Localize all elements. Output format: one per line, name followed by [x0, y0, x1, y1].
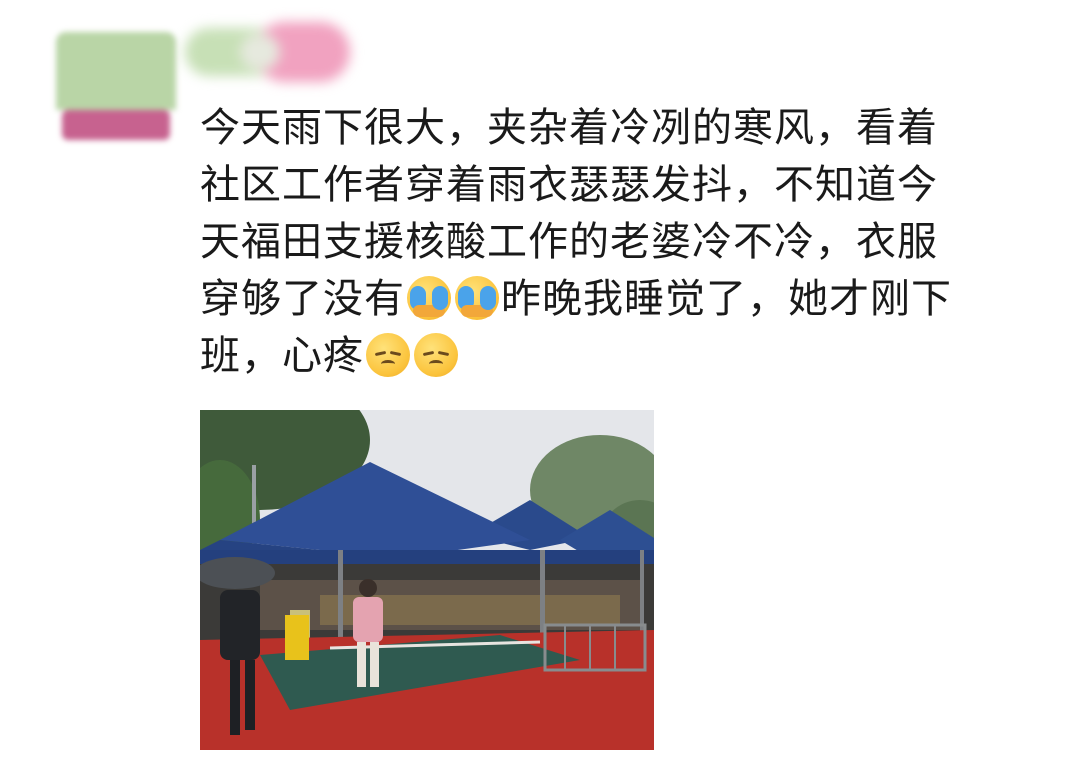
post-photo[interactable]: [200, 410, 654, 750]
testing-site-photo: [200, 410, 654, 750]
post-text-line: 天福田支援核酸工作的老婆冷不冷，衣服: [200, 219, 938, 265]
crying-face-icon: [455, 276, 499, 320]
post-text: 今天雨下很大，夹杂着冷冽的寒风，看着 社区工作者穿着雨衣瑟瑟发抖，不知道今 天福…: [200, 100, 1030, 385]
post-text-segment: 班，心疼: [200, 333, 364, 379]
crying-face-icon: [407, 276, 451, 320]
pensive-face-icon: [366, 333, 410, 377]
post-text-segment: 穿够了没有: [200, 276, 405, 322]
moments-post: 今天雨下很大，夹杂着冷冽的寒风，看着 社区工作者穿着雨衣瑟瑟发抖，不知道今 天福…: [0, 0, 1080, 765]
user-nickname-blurred[interactable]: [185, 22, 350, 82]
post-text-line: 穿够了没有 昨晚我睡觉了，她才刚下: [200, 271, 1030, 328]
post-text-line: 社区工作者穿着雨衣瑟瑟发抖，不知道今: [200, 162, 938, 208]
avatar[interactable]: [56, 32, 176, 144]
pensive-face-icon: [414, 333, 458, 377]
post-text-line: 班，心疼: [200, 328, 1030, 385]
post-text-line: 今天雨下很大，夹杂着冷冽的寒风，看着: [200, 105, 938, 151]
post-text-segment: 昨晚我睡觉了，她才刚下: [501, 276, 952, 322]
